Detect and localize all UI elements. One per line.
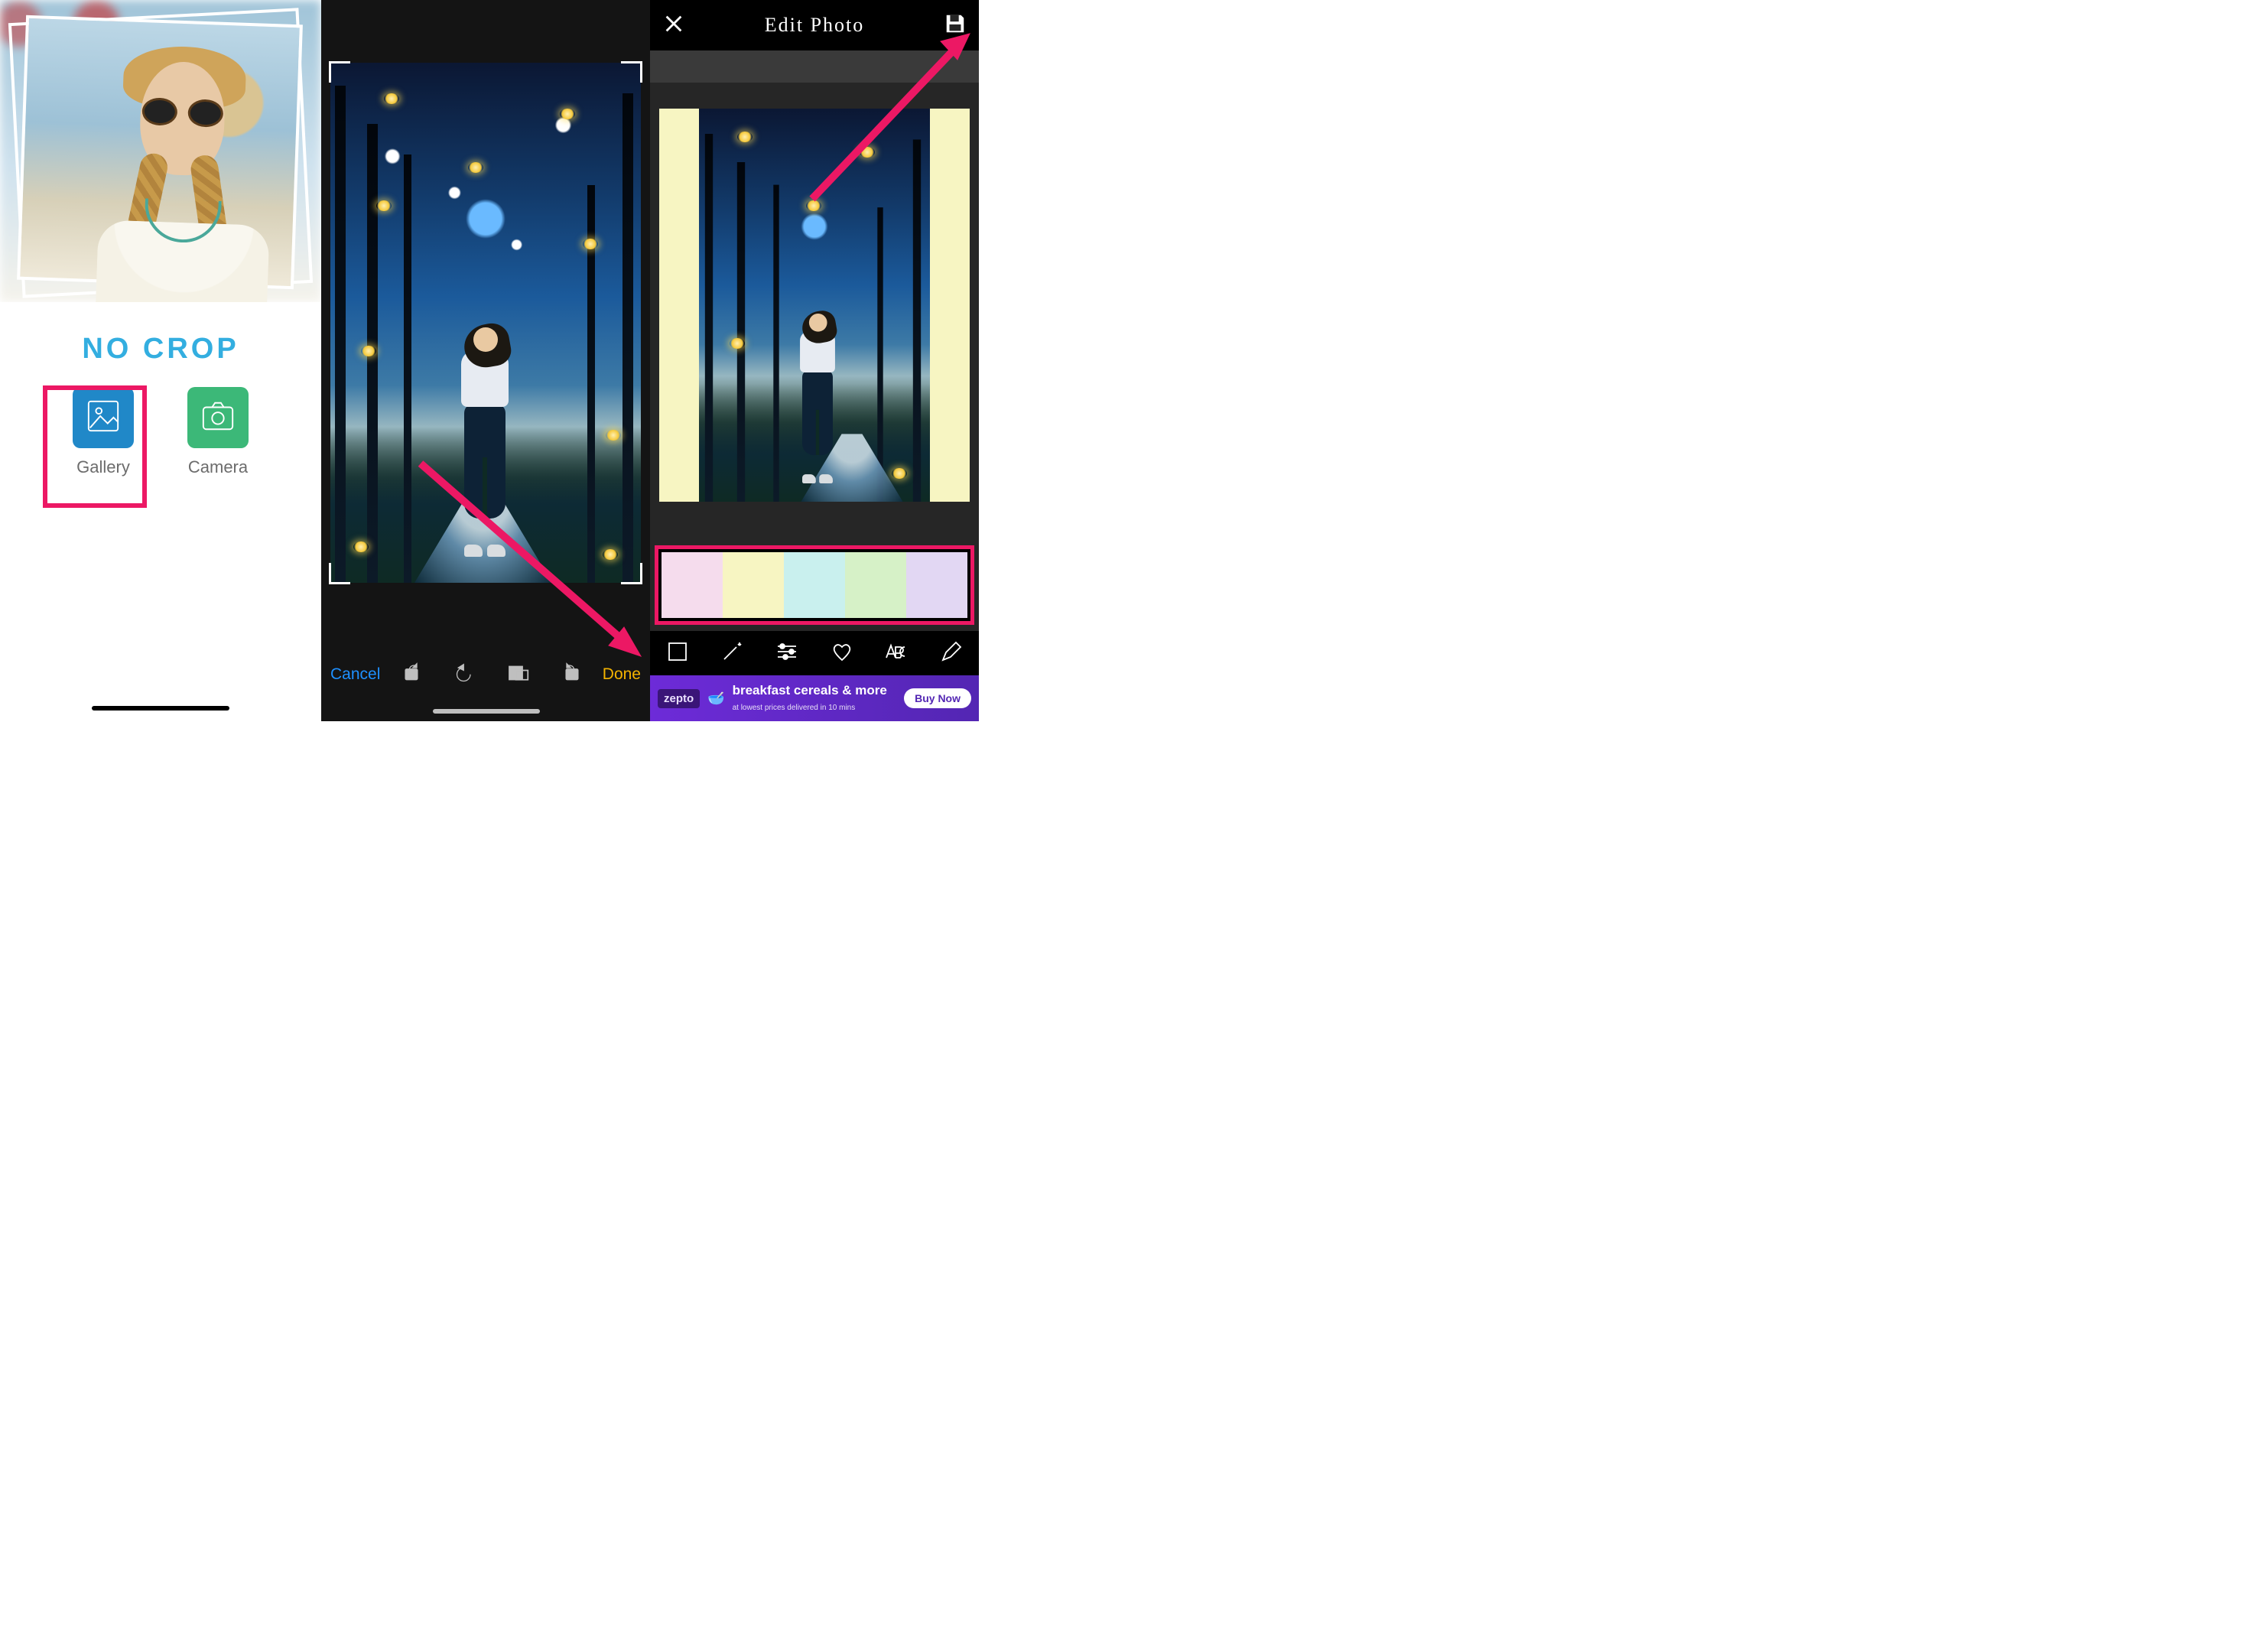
cancel-button[interactable]: Cancel [330, 665, 380, 684]
camera-button[interactable]: Camera [187, 387, 249, 477]
crop-handle-bl[interactable] [329, 563, 350, 584]
camera-icon [200, 398, 236, 437]
ad-brand: zepto [658, 689, 700, 708]
crop-screen: Cancel Done [321, 0, 650, 721]
adjust-tool-icon[interactable] [775, 639, 799, 668]
home-indicator [92, 706, 229, 711]
swatch-cyan[interactable] [784, 552, 845, 618]
swatch-green[interactable] [845, 552, 906, 618]
app-title: NO CROP [0, 333, 321, 366]
nocrop-home-screen: NO CROP Gallery [0, 0, 321, 721]
hero-image [0, 0, 321, 302]
tutorial-highlight-gallery [43, 385, 147, 508]
tutorial-arrow-save [806, 29, 974, 205]
home-indicator [433, 709, 540, 714]
ad-banner[interactable]: zepto 🥣 breakfast cereals & more at lowe… [650, 675, 979, 721]
crop-handle-tr[interactable] [621, 61, 642, 83]
swatch-purple[interactable] [906, 552, 967, 618]
background-color-palette [655, 545, 974, 625]
ad-cta-button[interactable]: Buy Now [904, 688, 971, 708]
camera-label: Camera [188, 457, 248, 477]
framed-photo [17, 15, 303, 289]
heart-tool-icon[interactable] [830, 639, 854, 668]
swatch-pink[interactable] [662, 552, 723, 618]
magic-tool-icon[interactable] [720, 639, 744, 668]
close-button[interactable] [662, 12, 685, 39]
frame-tool-icon[interactable] [665, 639, 690, 668]
tutorial-arrow-done [413, 456, 650, 670]
bottom-tool-tabs [650, 631, 979, 675]
edit-photo-screen: Edit Photo [650, 0, 979, 721]
text-tool-icon[interactable] [884, 639, 909, 668]
ad-headline: breakfast cereals & more at lowest price… [733, 683, 887, 714]
crop-handle-tl[interactable] [329, 61, 350, 83]
draw-tool-icon[interactable] [939, 639, 964, 668]
swatch-yellow[interactable] [723, 552, 784, 618]
close-icon [662, 12, 685, 35]
